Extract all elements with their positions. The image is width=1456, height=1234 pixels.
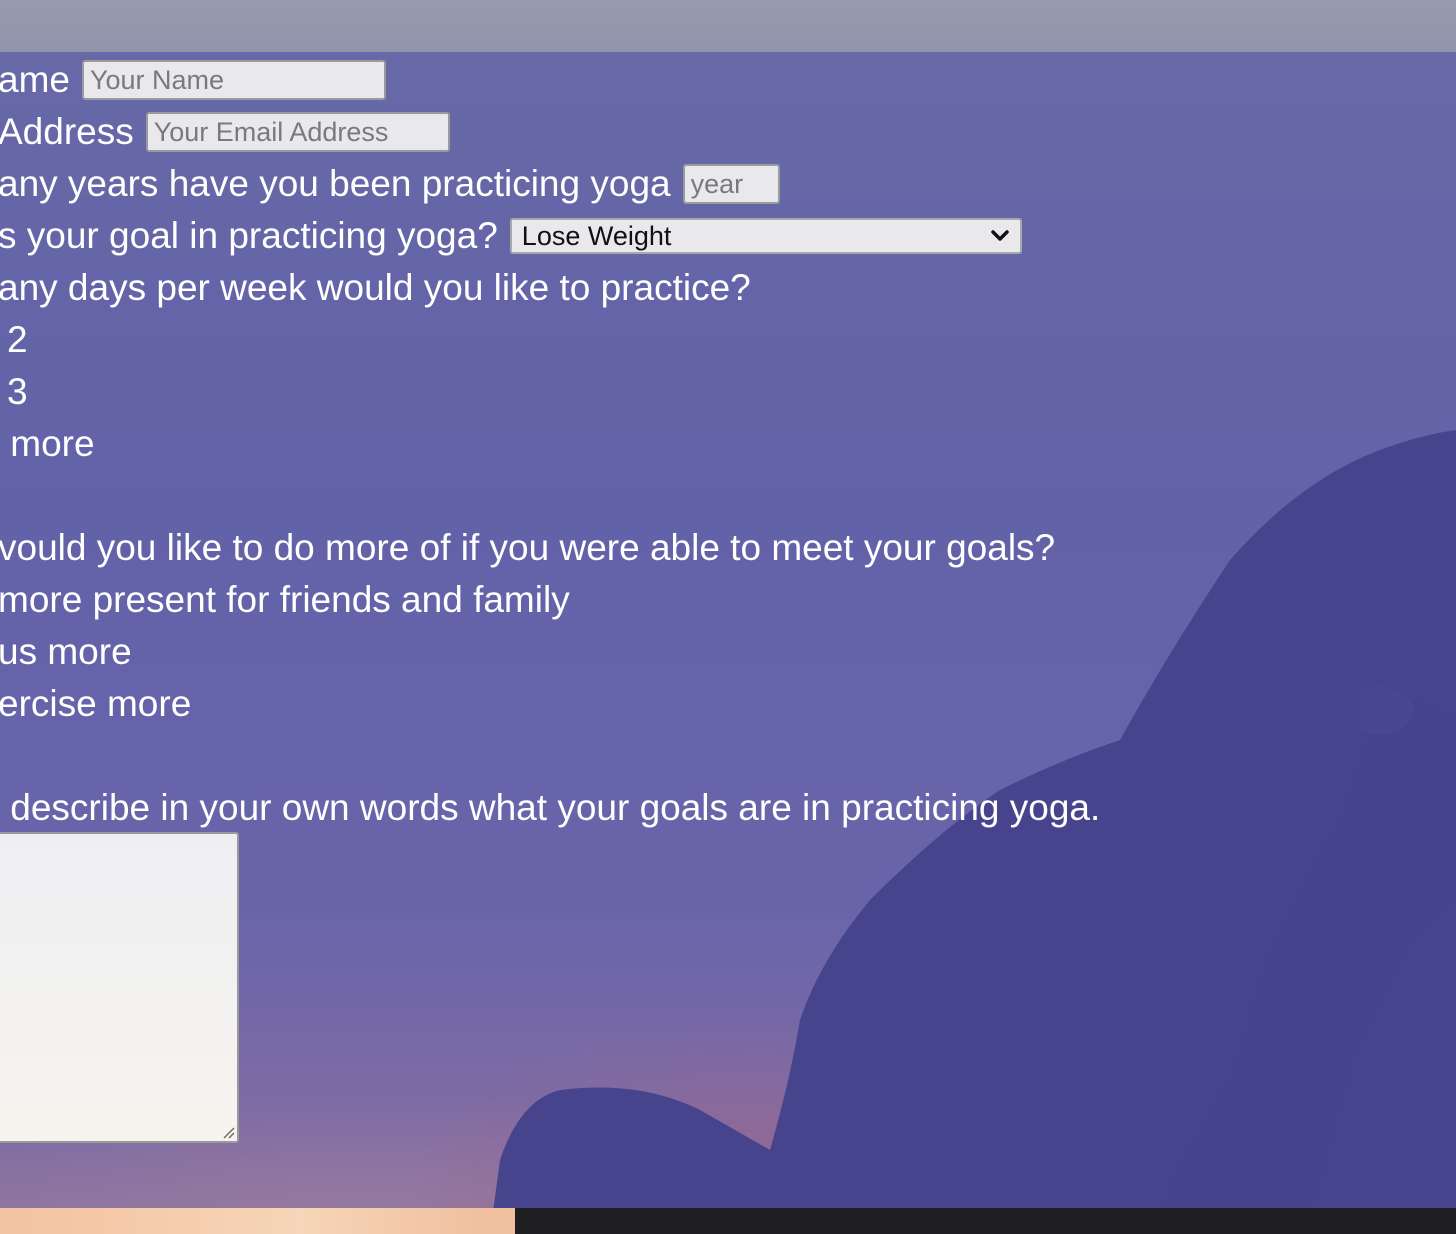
goal-label: s your goal in practicing yoga? bbox=[0, 215, 498, 256]
resize-grip-icon[interactable] bbox=[221, 1125, 235, 1139]
goal-select[interactable]: Lose Weight bbox=[509, 218, 1022, 254]
more-of-question: vould you like to do more of if you were… bbox=[0, 522, 1055, 574]
chevron-down-icon bbox=[991, 230, 1009, 241]
days-question-text: any days per week would you like to prac… bbox=[0, 267, 751, 308]
more-of-option-exercise-label: ercise more bbox=[0, 683, 192, 724]
more-of-option-present-label: more present for friends and family bbox=[0, 579, 570, 620]
yoga-form: ame Address any years have you been prac… bbox=[0, 52, 1456, 1208]
days-option-more-label: more bbox=[0, 423, 95, 464]
top-bar bbox=[0, 0, 1456, 52]
bottom-dark-band bbox=[515, 1208, 1456, 1234]
days-option-2[interactable]: 2 bbox=[7, 314, 28, 366]
goal-select-value: Lose Weight bbox=[521, 221, 672, 251]
email-label: Address bbox=[0, 111, 134, 152]
name-row: ame bbox=[0, 54, 386, 106]
days-option-3[interactable]: 3 bbox=[7, 366, 28, 418]
days-option-2-label: 2 bbox=[7, 319, 28, 360]
days-question: any days per week would you like to prac… bbox=[0, 262, 751, 314]
bottom-strip bbox=[0, 1208, 1456, 1234]
more-of-option-present[interactable]: more present for friends and family bbox=[0, 574, 570, 626]
name-label: ame bbox=[0, 59, 70, 100]
more-of-question-text: vould you like to do more of if you were… bbox=[0, 527, 1056, 568]
email-input[interactable] bbox=[145, 112, 450, 152]
goal-row: s your goal in practicing yoga? Lose Wei… bbox=[0, 210, 1022, 262]
years-row: any years have you been practicing yoga bbox=[0, 158, 780, 210]
more-of-option-focus-label: us more bbox=[0, 631, 132, 672]
goals-textarea[interactable] bbox=[0, 832, 239, 1143]
days-option-3-label: 3 bbox=[7, 371, 28, 412]
years-label: any years have you been practicing yoga bbox=[0, 163, 671, 204]
describe-row: describe in your own words what your goa… bbox=[0, 782, 1100, 834]
years-input[interactable] bbox=[682, 164, 780, 204]
describe-label: describe in your own words what your goa… bbox=[0, 787, 1101, 828]
days-option-more[interactable]: more bbox=[0, 418, 95, 470]
more-of-option-exercise[interactable]: ercise more bbox=[0, 678, 191, 730]
email-row: Address bbox=[0, 106, 450, 158]
more-of-option-focus[interactable]: us more bbox=[0, 626, 132, 678]
name-input[interactable] bbox=[81, 60, 386, 100]
